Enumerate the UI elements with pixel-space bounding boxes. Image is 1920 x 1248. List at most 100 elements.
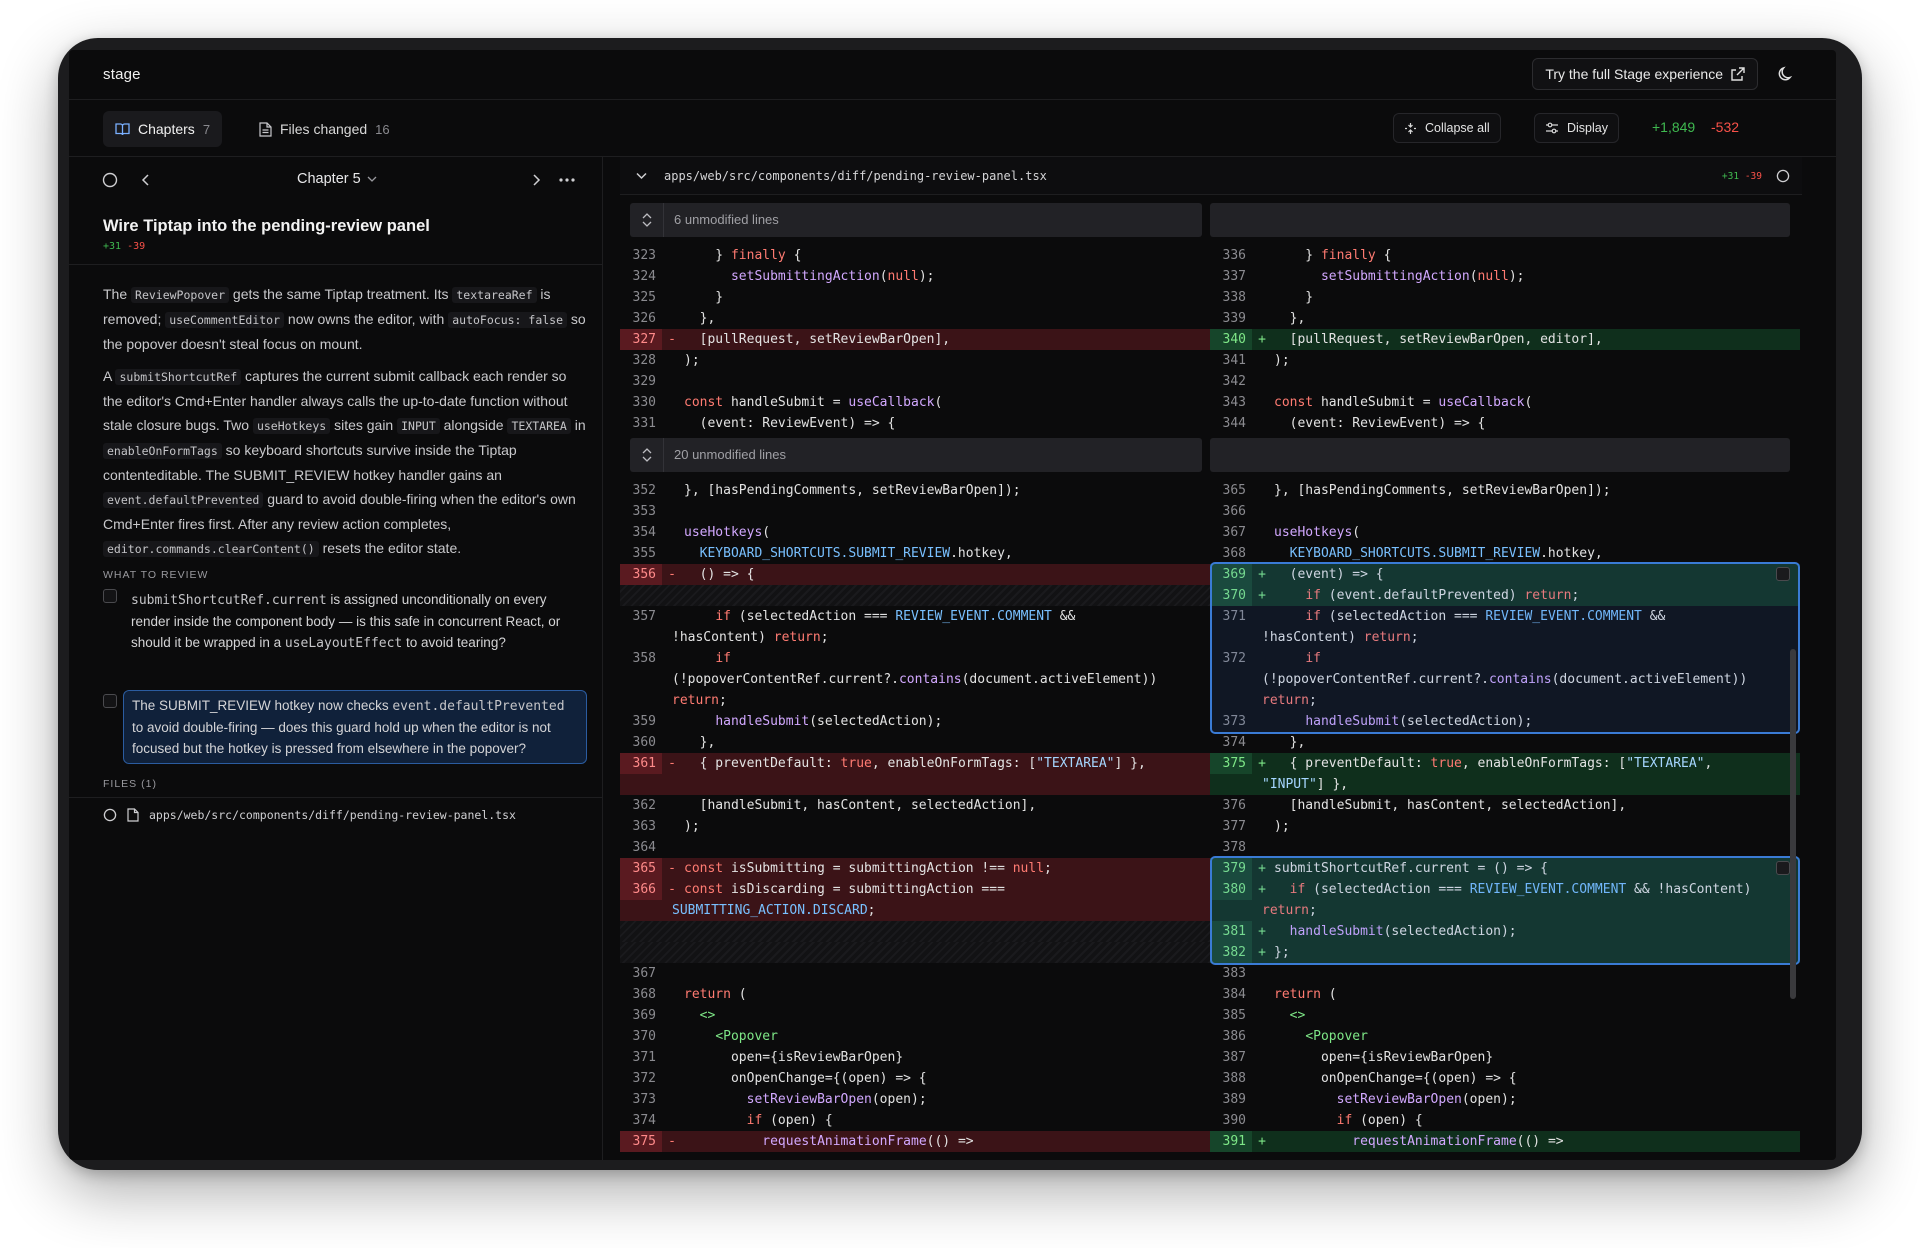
diff-line[interactable]: 376 [handleSubmit, hasContent, selectedA… <box>1210 795 1800 816</box>
diff-line[interactable]: 367 <box>620 963 1210 984</box>
diff-line[interactable]: !hasContent) return; <box>620 627 1210 648</box>
diff-line[interactable]: 324 setSubmittingAction(null); <box>620 266 1210 287</box>
diff-line[interactable]: 366- const isDiscarding = submittingActio… <box>620 879 1210 900</box>
diff-line[interactable]: 342 <box>1210 371 1800 392</box>
diff-line[interactable]: 340 + [pullRequest, setReviewBarOpen, edi… <box>1210 329 1800 350</box>
diff-line[interactable]: 365- const isSubmitting = submittingActio… <box>620 858 1210 879</box>
diff-line[interactable]: return; <box>620 690 1210 711</box>
diff-line[interactable]: 365}, [hasPendingComments, setReviewBarO… <box>1210 480 1800 501</box>
diff-line[interactable]: 389 setReviewBarOpen(open); <box>1210 1089 1800 1110</box>
diff-line[interactable]: 359 handleSubmit(selectedAction); <box>620 711 1210 732</box>
diff-line[interactable]: 358 if <box>620 648 1210 669</box>
diff-line[interactable]: 361- { preventDefault: true, enableOnFor… <box>620 753 1210 774</box>
diff-line[interactable] <box>620 942 1210 963</box>
circle-status-icon[interactable] <box>102 172 118 188</box>
hunk-expander[interactable] <box>1210 438 1790 472</box>
selection-highlight[interactable] <box>1210 856 1800 965</box>
review-item-text[interactable]: submitShortcutRef.current is assigned un… <box>123 585 587 658</box>
diff-line[interactable]: 363); <box>620 816 1210 837</box>
diff-line[interactable]: 372 onOpenChange={(open) => { <box>620 1068 1210 1089</box>
circle-status-icon[interactable] <box>103 808 117 822</box>
diff-line[interactable]: 374 }, <box>1210 732 1800 753</box>
diff-line[interactable]: 386 <Popover <box>1210 1026 1800 1047</box>
diff-line[interactable]: 377); <box>1210 816 1800 837</box>
hunk-expander[interactable] <box>1210 203 1790 237</box>
diff-line[interactable]: 336 } finally { <box>1210 245 1800 266</box>
chevron-right-icon[interactable] <box>531 173 541 187</box>
diff-line[interactable]: 367 useHotkeys( <box>1210 522 1800 543</box>
diff-line[interactable]: 362 [handleSubmit, hasContent, selectedA… <box>620 795 1210 816</box>
diff-line[interactable]: 360 }, <box>620 732 1210 753</box>
scrollbar[interactable] <box>1790 649 1796 999</box>
review-checkbox[interactable] <box>103 694 117 708</box>
moon-icon[interactable] <box>1776 64 1796 84</box>
diff-line[interactable]: 329 <box>620 371 1210 392</box>
file-list-item[interactable]: apps/web/src/components/diff/pending-rev… <box>103 808 516 822</box>
diff-line[interactable]: 373 setReviewBarOpen(open); <box>620 1089 1210 1110</box>
diff-line[interactable]: 378 <box>1210 837 1800 858</box>
diff-line[interactable]: 388 onOpenChange={(open) => { <box>1210 1068 1800 1089</box>
diff-line[interactable]: 339 }, <box>1210 308 1800 329</box>
diff-line[interactable]: 366 <box>1210 501 1800 522</box>
diff-line[interactable]: 355 KEYBOARD_SHORTCUTS.SUBMIT_REVIEW.hot… <box>620 543 1210 564</box>
diff-line[interactable]: 369 <> <box>620 1005 1210 1026</box>
display-button[interactable]: Display <box>1534 113 1619 143</box>
diff-line[interactable] <box>620 921 1210 942</box>
diff-line[interactable]: 337 setSubmittingAction(null); <box>1210 266 1800 287</box>
diff-line[interactable]: 328); <box>620 350 1210 371</box>
hunk-expander[interactable]: 6 unmodified lines <box>630 203 1202 237</box>
diff-line[interactable]: 354 useHotkeys( <box>620 522 1210 543</box>
review-checkbox[interactable] <box>103 589 117 603</box>
diff-line[interactable]: 326 }, <box>620 308 1210 329</box>
chapter-selector[interactable]: Chapter 5 <box>297 171 377 187</box>
diff-line[interactable]: 344 (event: ReviewEvent) => { <box>1210 413 1800 434</box>
selection-checkbox[interactable] <box>1776 861 1790 875</box>
diff-line[interactable]: 331 (event: ReviewEvent) => { <box>620 413 1210 434</box>
diff-line[interactable]: 357 if (selectedAction === REVIEW_EVENT.… <box>620 606 1210 627</box>
more-options-icon[interactable] <box>559 177 575 183</box>
line-number: 337 <box>1222 269 1246 284</box>
diff-line[interactable] <box>620 774 1210 795</box>
diff-line[interactable]: 341); <box>1210 350 1800 371</box>
hunk-expander[interactable]: 20 unmodified lines <box>630 438 1202 472</box>
diff-line[interactable]: 371 open={isReviewBarOpen} <box>620 1047 1210 1068</box>
circle-status-icon[interactable] <box>1776 169 1790 183</box>
full-experience-button[interactable]: Try the full Stage experience <box>1532 58 1758 90</box>
tab-files-changed[interactable]: Files changed 16 <box>247 111 402 147</box>
diff-line[interactable]: 330 const handleSubmit = useCallback( <box>620 392 1210 413</box>
diff-line[interactable]: 390 if (open) { <box>1210 1110 1800 1131</box>
expand-icon[interactable] <box>630 438 664 472</box>
review-item-text-selected[interactable]: The SUBMIT_REVIEW hotkey now checks even… <box>123 690 587 764</box>
diff-line[interactable]: 387 open={isReviewBarOpen} <box>1210 1047 1800 1068</box>
diff-line[interactable]: "INPUT"] }, <box>1210 774 1800 795</box>
diff-line[interactable]: 343 const handleSubmit = useCallback( <box>1210 392 1800 413</box>
tab-chapters[interactable]: Chapters 7 <box>103 111 223 147</box>
selection-checkbox[interactable] <box>1776 567 1790 581</box>
collapse-all-button[interactable]: Collapse all <box>1393 113 1501 143</box>
diff-line[interactable]: 370 <Popover <box>620 1026 1210 1047</box>
diff-line[interactable]: 325 } <box>620 287 1210 308</box>
diff-line[interactable]: 368 return ( <box>620 984 1210 1005</box>
diff-line[interactable]: 374 if (open) { <box>620 1110 1210 1131</box>
diff-line[interactable]: 323 } finally { <box>620 245 1210 266</box>
diff-line[interactable]: 352}, [hasPendingComments, setReviewBarO… <box>620 480 1210 501</box>
chevron-left-icon[interactable] <box>141 173 151 187</box>
diff-line[interactable]: 353 <box>620 501 1210 522</box>
chevron-down-icon[interactable] <box>636 172 647 180</box>
diff-line[interactable]: 375 + { preventDefault: true, enableOnFor… <box>1210 753 1800 774</box>
expand-icon[interactable] <box>630 203 664 237</box>
diff-line[interactable]: 338 } <box>1210 287 1800 308</box>
diff-line[interactable]: 327- [pullRequest, setReviewBarOpen], <box>620 329 1210 350</box>
diff-line[interactable]: 375- requestAnimationFrame(() => <box>620 1131 1210 1152</box>
diff-line[interactable]: SUBMITTING_ACTION.DISCARD; <box>620 900 1210 921</box>
diff-line[interactable]: (!popoverContentRef.current?.contains(do… <box>620 669 1210 690</box>
diff-line[interactable]: 383 <box>1210 963 1800 984</box>
diff-line[interactable]: 391 + requestAnimationFrame(() => <box>1210 1131 1800 1152</box>
diff-line[interactable]: 368 KEYBOARD_SHORTCUTS.SUBMIT_REVIEW.hot… <box>1210 543 1800 564</box>
diff-line[interactable]: 364 <box>620 837 1210 858</box>
diff-line[interactable] <box>620 585 1210 606</box>
diff-line[interactable]: 384 return ( <box>1210 984 1800 1005</box>
diff-line[interactable]: 385 <> <box>1210 1005 1800 1026</box>
selection-highlight[interactable] <box>1210 562 1800 734</box>
diff-line[interactable]: 356- () => { <box>620 564 1210 585</box>
